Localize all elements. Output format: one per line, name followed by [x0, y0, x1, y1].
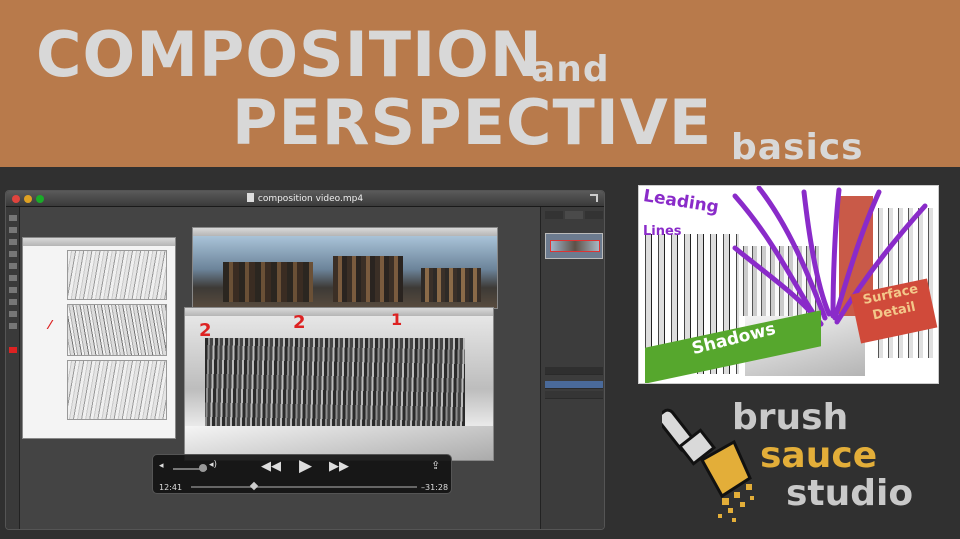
remaining-time: –31:28 — [421, 483, 449, 492]
volume-low-icon[interactable]: ◂ — [159, 461, 164, 471]
foreground-color-swatch[interactable] — [9, 347, 17, 353]
title-perspective: PERSPECTIVE — [232, 86, 713, 159]
concept-building — [421, 268, 481, 302]
layers-header — [545, 367, 603, 375]
red-mark-2: 2 — [199, 320, 212, 341]
storyboard-panel — [67, 250, 167, 300]
gradient-tool-icon[interactable] — [9, 287, 17, 293]
title-basics: basics — [731, 127, 864, 168]
storyboard-document[interactable]: ⁄ — [22, 237, 176, 439]
title-and: and — [531, 49, 610, 90]
concept-building — [333, 256, 403, 302]
sketch-architecture — [205, 338, 465, 428]
scrub-bar[interactable] — [191, 486, 417, 488]
volume-high-icon[interactable]: ◂) — [209, 460, 217, 470]
text-tool-icon[interactable] — [9, 299, 17, 305]
navigator-thumbnail[interactable] — [545, 233, 603, 259]
document-tab-bar[interactable] — [193, 228, 497, 236]
marquee-tool-icon[interactable] — [9, 227, 17, 233]
panel-tab-1[interactable] — [545, 211, 563, 219]
logo-word-sauce: sauce — [760, 435, 878, 476]
right-panels — [540, 207, 604, 529]
window-title: composition video.mp4 — [257, 194, 364, 204]
share-icon[interactable]: ⇪ — [431, 459, 440, 472]
title-composition: COMPOSITION — [36, 18, 543, 91]
concept-building — [223, 262, 313, 302]
document-tab-bar[interactable] — [185, 308, 493, 316]
play-icon[interactable]: ▶ — [299, 456, 312, 476]
document-tab-bar[interactable] — [23, 238, 175, 246]
zoom-tool-icon[interactable] — [9, 323, 17, 329]
scrub-playhead[interactable] — [249, 481, 259, 491]
lasso-tool-icon[interactable] — [9, 239, 17, 245]
layer-row[interactable] — [545, 391, 603, 399]
red-mark-1: 1 — [391, 310, 403, 329]
fast-forward-icon[interactable]: ▶▶ — [329, 459, 349, 474]
red-annotation: ⁄ — [49, 318, 52, 332]
move-tool-icon[interactable] — [9, 215, 17, 221]
hand-tool-icon[interactable] — [9, 311, 17, 317]
perspective-thumbnail: Leading Lines Shadows Surface Detail — [638, 185, 939, 384]
storyboard-panel — [67, 304, 167, 356]
panel-tab-navigator[interactable] — [565, 211, 583, 219]
rewind-icon[interactable]: ◀◀ — [261, 459, 281, 474]
volume-knob[interactable] — [199, 464, 207, 472]
label-lines: Lines — [643, 224, 682, 239]
color-concept-document[interactable] — [192, 227, 498, 309]
eraser-tool-icon[interactable] — [9, 275, 17, 281]
storyboard-panel — [67, 360, 167, 420]
logo-word-brush: brush — [732, 397, 849, 438]
sketch-document[interactable]: 2 2 1 — [184, 307, 494, 461]
elapsed-time: 12:41 — [159, 483, 183, 492]
tool-strip — [6, 207, 20, 529]
video-player-controls: ◂ ◂) ◀◀ ▶ ▶▶ ⇪ 12:41 –31:28 — [152, 454, 452, 494]
layer-row-background[interactable] — [545, 381, 603, 389]
logo-word-studio: studio — [786, 473, 914, 514]
fullscreen-expand-icon[interactable] — [590, 194, 598, 202]
panel-tab-3[interactable] — [585, 211, 603, 219]
red-mark-2: 2 — [293, 312, 306, 333]
crop-tool-icon[interactable] — [9, 251, 17, 257]
window-titlebar[interactable]: composition video.mp4 — [6, 191, 604, 207]
brush-tool-icon[interactable] — [9, 263, 17, 269]
file-icon — [246, 193, 254, 202]
